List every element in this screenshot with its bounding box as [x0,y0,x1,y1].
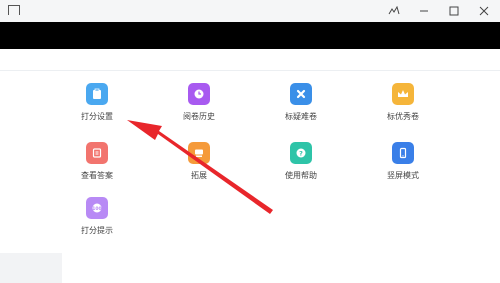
expand-icon [188,142,210,164]
crown-icon [392,83,414,105]
menu-item-scoring-hint[interactable]: 100 打分提示 [62,197,132,236]
menu-item-portrait-mode[interactable]: 竖屏模式 [368,142,438,181]
menu-item-expand[interactable]: 拓展 [164,142,234,181]
svg-text:100: 100 [92,206,101,212]
cross-icon [290,83,312,105]
menu-item-label: 使用帮助 [285,171,317,180]
menu-item-label: 打分设置 [81,112,113,121]
bottom-panel [0,253,62,283]
menu-item-mark-excellent[interactable]: 标优秀卷 [368,83,438,122]
menu-item-grading-history[interactable]: 阅卷历史 [164,83,234,122]
menu-item-label: 查看答案 [81,171,113,180]
menu-item-mark-difficult[interactable]: 标疑难卷 [266,83,336,122]
svg-text:?: ? [299,149,303,157]
clock-icon [188,83,210,105]
menu-item-scoring-settings[interactable]: 打分设置 [62,83,132,122]
help-icon: ? [290,142,312,164]
menu-item-help[interactable]: ? 使用帮助 [266,142,336,181]
answer-icon [86,142,108,164]
menu-item-label: 打分提示 [81,226,113,235]
menu-item-label: 阅卷历史 [183,112,215,121]
menu-item-label: 竖屏模式 [387,171,419,180]
menu-item-label: 标优秀卷 [387,112,419,121]
menu-item-label: 拓展 [191,171,207,180]
hint-icon: 100 [86,197,108,219]
menu-grid: 打分设置 阅卷历史 标疑难卷 标优秀卷 查看答案 拓展 ? 使用帮助 竖屏模式 … [0,0,500,283]
clipboard-icon [86,83,108,105]
portrait-icon [392,142,414,164]
menu-item-label: 标疑难卷 [285,112,317,121]
menu-item-view-answers[interactable]: 查看答案 [62,142,132,181]
